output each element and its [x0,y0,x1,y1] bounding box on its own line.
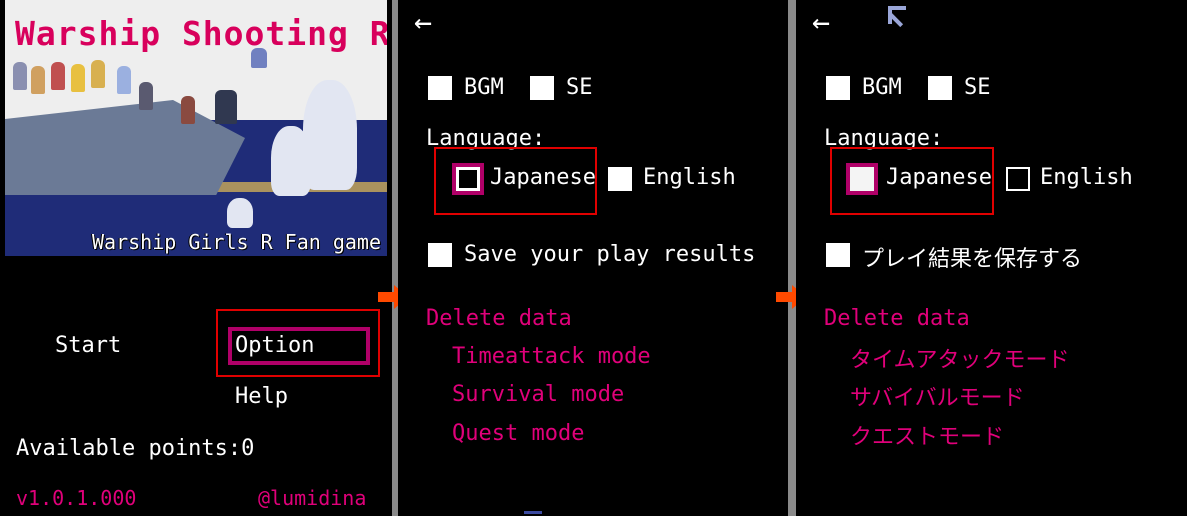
save-results-checkbox[interactable] [826,243,850,267]
scroll-indicator [524,511,542,514]
banner-character [91,60,105,88]
help-menu-item[interactable]: Help [235,384,288,409]
options-panel-japanese: ← BGM SE Language: Japanese English プレイ結… [796,0,1187,516]
japanese-label: Japanese [490,165,596,190]
japanese-radio[interactable] [850,167,874,191]
save-results-label: Save your play results [464,242,756,267]
banner-character [303,80,357,190]
delete-survival-item[interactable]: Survival mode [452,382,624,407]
start-menu-item[interactable]: Start [55,333,121,358]
bgm-label: BGM [464,75,504,100]
banner-character [271,126,311,196]
back-arrow-icon[interactable]: ← [414,8,432,38]
banner-character [139,82,153,110]
banner-character [31,66,45,94]
japanese-label: Japanese [886,165,992,190]
banner-character [215,90,237,124]
banner-character [227,198,253,228]
se-label: SE [964,75,991,100]
delete-data-heading: Delete data [824,306,970,331]
banner-ship [5,100,245,195]
english-radio[interactable] [608,167,632,191]
banner-character [181,96,195,124]
banner-character [51,62,65,90]
english-radio[interactable] [1006,167,1030,191]
save-results-label: プレイ結果を保存する [862,247,1083,272]
game-title: Warship Shooting R [15,14,387,53]
title-banner-art: Warship Shooting R Warship Girls R Fan g… [5,0,387,256]
bgm-checkbox[interactable] [826,76,850,100]
delete-quest-item[interactable]: クエストモード [850,419,1004,451]
options-panel-english: ← BGM SE Language: Japanese English Save… [398,0,788,516]
banner-character [13,62,27,90]
banner-character [117,66,131,94]
english-label: English [643,165,736,190]
delete-timeattack-item[interactable]: タイムアタックモード [850,342,1070,374]
available-points: Available points:0 [16,436,255,461]
title-screen-panel: Warship Shooting R Warship Girls R Fan g… [0,0,392,516]
save-results-checkbox[interactable] [428,243,452,267]
bgm-checkbox[interactable] [428,76,452,100]
bgm-label: BGM [862,75,902,100]
english-label: English [1040,165,1133,190]
option-menu-item[interactable]: Option [235,333,314,358]
delete-data-heading: Delete data [426,306,572,331]
flow-arrow-icon [378,292,394,302]
game-subtitle: Warship Girls R Fan game [92,230,381,254]
delete-timeattack-item[interactable]: Timeattack mode [452,344,651,369]
flow-arrow-icon [776,292,792,302]
banner-character [71,64,85,92]
author-label: @lumidina [258,486,367,510]
back-arrow-icon[interactable]: ← [812,8,830,38]
delete-quest-item[interactable]: Quest mode [452,421,584,446]
delete-survival-item[interactable]: サバイバルモード [850,380,1025,412]
se-checkbox[interactable] [928,76,952,100]
se-checkbox[interactable] [530,76,554,100]
se-label: SE [566,75,593,100]
japanese-radio[interactable] [456,167,480,191]
version-label: v1.0.1.000 [16,486,137,510]
